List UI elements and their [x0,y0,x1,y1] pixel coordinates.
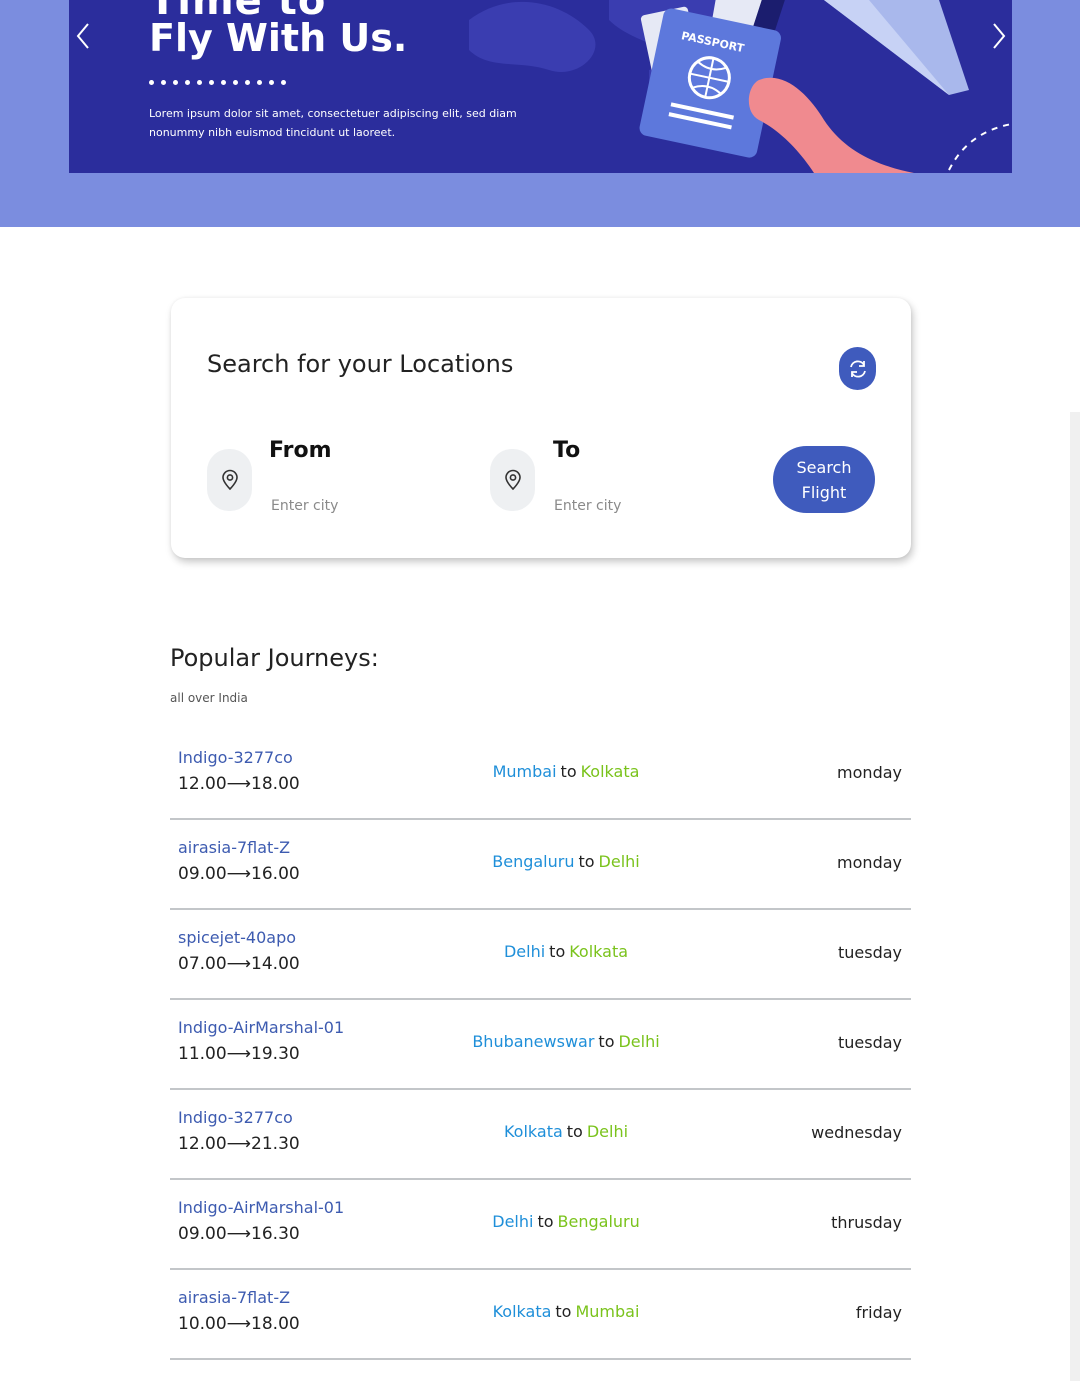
route: Bengaluru to Delhi [492,852,640,871]
flight-code: spicejet-40apo [178,928,297,947]
city-from: Kolkata [492,1302,552,1321]
city-to: Kolkata [569,942,629,961]
city-from: Delhi [492,1212,534,1231]
route: Delhi to Kolkata [504,942,628,961]
search-card: Search for your Locations From To Search… [171,298,911,558]
from-city-input[interactable] [271,494,451,518]
day: monday [837,763,902,782]
journey-row[interactable]: Indigo-3277co 12.00⟶18.00 Mumbai to Kolkat… [170,730,911,820]
popular-journeys-title: Popular Journeys: [170,644,379,672]
flight-time: 07.00⟶14.00 [178,954,300,974]
search-title: Search for your Locations [207,350,514,378]
banner-dots [149,80,286,85]
day: wednesday [811,1123,902,1142]
journey-row[interactable]: spicejet-40apo 07.00⟶14.00 Delhi to Kolkat… [170,910,911,1000]
from-location-button[interactable] [207,449,252,511]
city-from: Bhubanewswar [472,1032,595,1051]
flight-code: Indigo-AirMarshal-01 [178,1018,345,1037]
flight-time: 12.00⟶21.30 [178,1134,300,1154]
flight-time: 12.00⟶18.00 [178,774,300,794]
route: Delhi to Bengaluru [492,1212,640,1231]
journey-row[interactable]: airasia-7flat-Z 10.00⟶18.00 Kolkata to Mum… [170,1270,911,1360]
flight-code: Indigo-3277co [178,1108,293,1127]
location-pin-icon [504,469,521,491]
banner-text: Lorem ipsum dolor sit amet, consectetuer… [149,107,517,139]
journey-row[interactable]: Indigo-3277co 12.00⟶21.30 Kolkata to Delhi… [170,1090,911,1180]
day: monday [837,853,902,872]
city-to: Kolkata [580,762,640,781]
route-connector: to [566,1122,583,1141]
route-connector: to [598,1032,615,1051]
search-flight-button[interactable]: Search Flight [773,446,875,513]
hero-banner: Time to Fly With Us. Lorem ipsum dolor s… [69,0,1012,173]
passport-illustration: PASSPORT [639,0,1012,173]
route: Kolkata to Mumbai [493,1302,640,1321]
day: tuesday [837,943,902,962]
chevron-right-icon[interactable] [986,18,1012,54]
flight-time: 09.00⟶16.00 [178,864,300,884]
journey-list: Indigo-3277co 12.00⟶18.00 Mumbai to Kolkat… [170,730,911,1360]
journey-row[interactable]: Indigo-AirMarshal-01 09.00⟶16.30 Delhi to… [170,1180,911,1270]
swap-button[interactable] [839,347,876,390]
route-connector: to [549,942,566,961]
to-city-input[interactable] [554,494,734,518]
city-to: Delhi [586,1122,629,1141]
route-connector: to [578,852,595,871]
route: Bhubanewswar to Delhi [472,1032,659,1051]
route-connector: to [555,1302,572,1321]
chevron-left-icon[interactable] [70,18,96,54]
route-connector: to [560,762,577,781]
flight-time: 10.00⟶18.00 [178,1314,300,1334]
journey-row[interactable]: airasia-7flat-Z 09.00⟶16.00 Bengaluru to D… [170,820,911,910]
city-from: Bengaluru [492,852,575,871]
route: Mumbai to Kolkata [493,762,640,781]
day: thrusday [831,1213,902,1232]
banner-heading: Fly With Us. [149,16,408,60]
scrollbar-track[interactable] [1070,412,1080,1381]
journey-row[interactable]: Indigo-AirMarshal-01 11.00⟶19.30 Bhubane… [170,1000,911,1090]
city-to: Bengaluru [557,1212,640,1231]
flight-code: airasia-7flat-Z [178,1288,291,1307]
route-connector: to [537,1212,554,1231]
location-pin-icon [221,469,238,491]
flight-time: 09.00⟶16.30 [178,1224,300,1244]
day: friday [855,1303,902,1322]
flight-code: Indigo-3277co [178,748,293,767]
city-to: Delhi [598,852,640,871]
popular-journeys-subtitle: all over India [170,691,248,705]
city-to: Mumbai [575,1302,640,1321]
flight-time: 11.00⟶19.30 [178,1044,300,1064]
flight-code: airasia-7flat-Z [178,838,291,857]
from-label: From [269,438,332,463]
swap-icon [849,360,866,377]
to-label: To [553,438,581,463]
city-from: Mumbai [492,762,557,781]
city-from: Kolkata [503,1122,563,1141]
city-from: Delhi [503,942,546,961]
day: tuesday [837,1033,902,1052]
flight-code: Indigo-AirMarshal-01 [178,1198,345,1217]
city-to: Delhi [618,1032,660,1051]
route: Kolkata to Delhi [504,1122,628,1141]
to-location-button[interactable] [490,449,535,511]
